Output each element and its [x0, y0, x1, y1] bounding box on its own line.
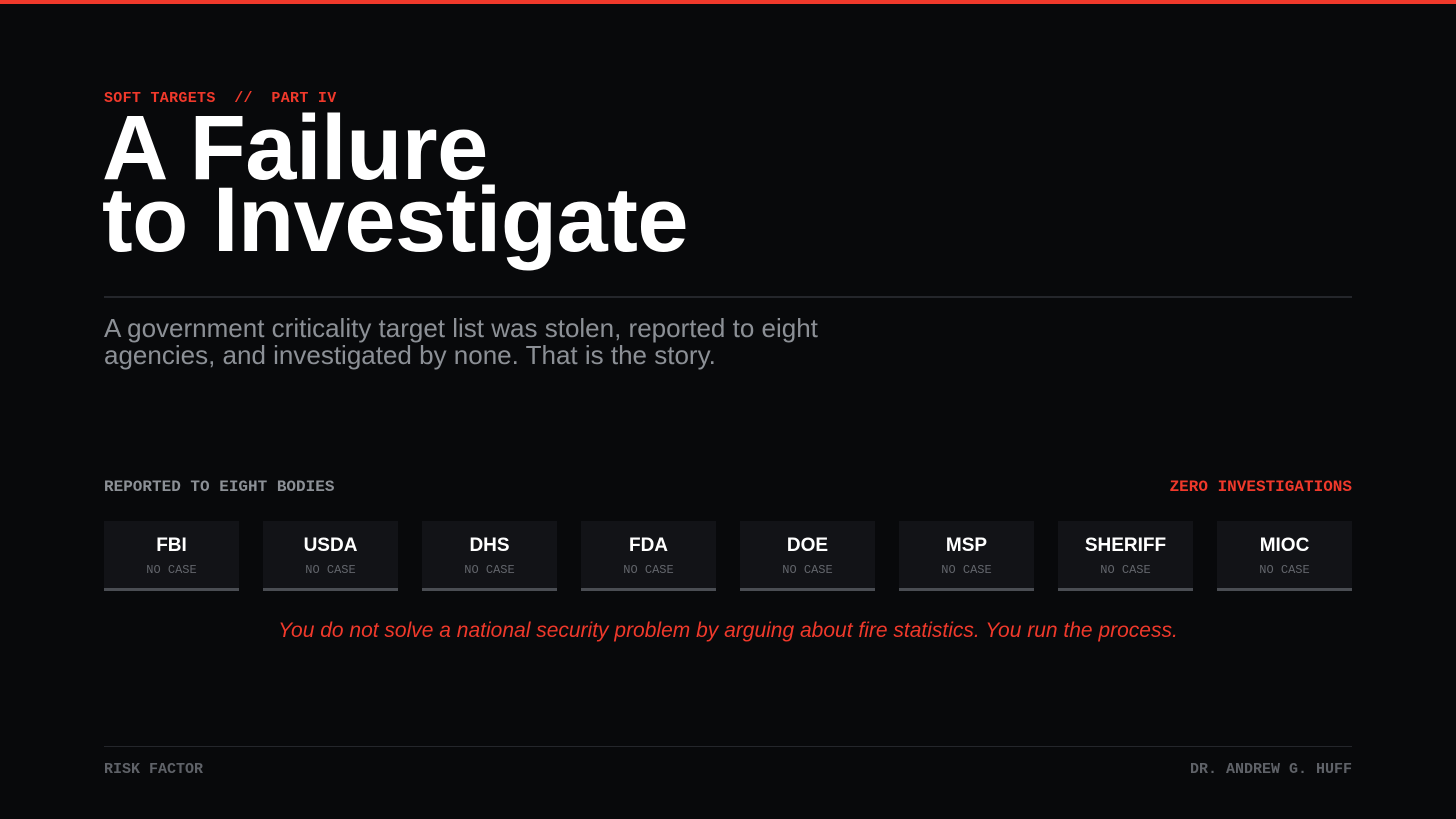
- footer-author-label: DR. ANDREW G. HUFF: [1189, 761, 1352, 778]
- investigations-label: ZERO INVESTIGATIONS: [1169, 478, 1352, 496]
- agency-name: DHS: [469, 535, 510, 556]
- footer-series-label: RISK FACTOR: [104, 761, 204, 778]
- agency-card-mioc: MIOC NO CASE: [1217, 521, 1352, 591]
- agency-status: NO CASE: [1259, 563, 1310, 577]
- agency-status: NO CASE: [1100, 563, 1151, 577]
- subtitle: A government criticality target list was…: [104, 313, 818, 370]
- agency-card-msp: MSP NO CASE: [899, 521, 1034, 591]
- footer-divider: [104, 746, 1352, 747]
- title-divider: [104, 296, 1352, 298]
- agency-status: NO CASE: [146, 563, 197, 577]
- top-accent-bar: [0, 0, 1456, 4]
- agency-name: SHERIFF: [1084, 535, 1167, 556]
- agency-card-dhs: DHS NO CASE: [422, 521, 557, 591]
- agency-name: USDA: [303, 535, 358, 556]
- agency-card-doe: DOE NO CASE: [740, 521, 875, 591]
- pull-quote: You do not solve a national security pro…: [278, 619, 1178, 642]
- agency-status: NO CASE: [941, 563, 992, 577]
- agency-card-fda: FDA NO CASE: [581, 521, 716, 591]
- agency-list: FBI NO CASE USDA NO CASE DHS NO CASE FDA…: [104, 521, 1352, 591]
- agency-status: NO CASE: [782, 563, 833, 577]
- agency-name: MIOC: [1259, 535, 1310, 556]
- agency-card-sheriff: SHERIFF NO CASE: [1058, 521, 1193, 591]
- reported-label: REPORTED TO EIGHT BODIES: [104, 478, 335, 496]
- agency-card-fbi: FBI NO CASE: [104, 521, 239, 591]
- page-title: A Failure to Investigate: [102, 102, 689, 271]
- agency-status: NO CASE: [464, 563, 515, 577]
- agency-card-usda: USDA NO CASE: [263, 521, 398, 591]
- agency-status: NO CASE: [623, 563, 674, 577]
- agency-name: DOE: [786, 535, 829, 556]
- agency-name: FDA: [628, 535, 669, 556]
- page-title-line-2: to Investigate: [102, 169, 689, 271]
- agency-name: MSP: [945, 535, 988, 556]
- agency-status: NO CASE: [305, 563, 356, 577]
- agency-name: FBI: [156, 535, 187, 556]
